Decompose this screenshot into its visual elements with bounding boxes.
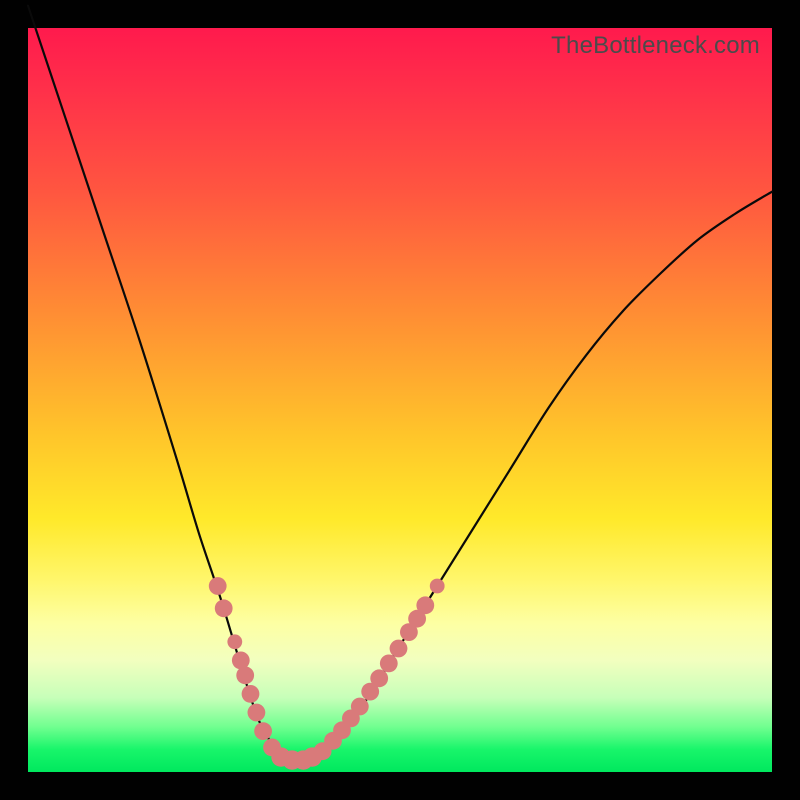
curve-marker <box>254 722 272 740</box>
marker-group <box>209 577 445 770</box>
curve-marker <box>416 596 434 614</box>
curve-marker <box>215 599 233 617</box>
curve-marker <box>351 698 369 716</box>
curve-marker <box>236 666 254 684</box>
curve-marker <box>248 704 266 722</box>
curve-layer <box>28 28 772 772</box>
plot-area: TheBottleneck.com <box>28 28 772 772</box>
curve-marker <box>430 579 445 594</box>
curve-marker <box>227 634 242 649</box>
curve-marker <box>370 669 388 687</box>
chart-frame: TheBottleneck.com <box>0 0 800 800</box>
curve-marker <box>380 655 398 673</box>
curve-marker <box>390 640 408 658</box>
curve-marker <box>242 685 260 703</box>
curve-marker <box>209 577 227 595</box>
